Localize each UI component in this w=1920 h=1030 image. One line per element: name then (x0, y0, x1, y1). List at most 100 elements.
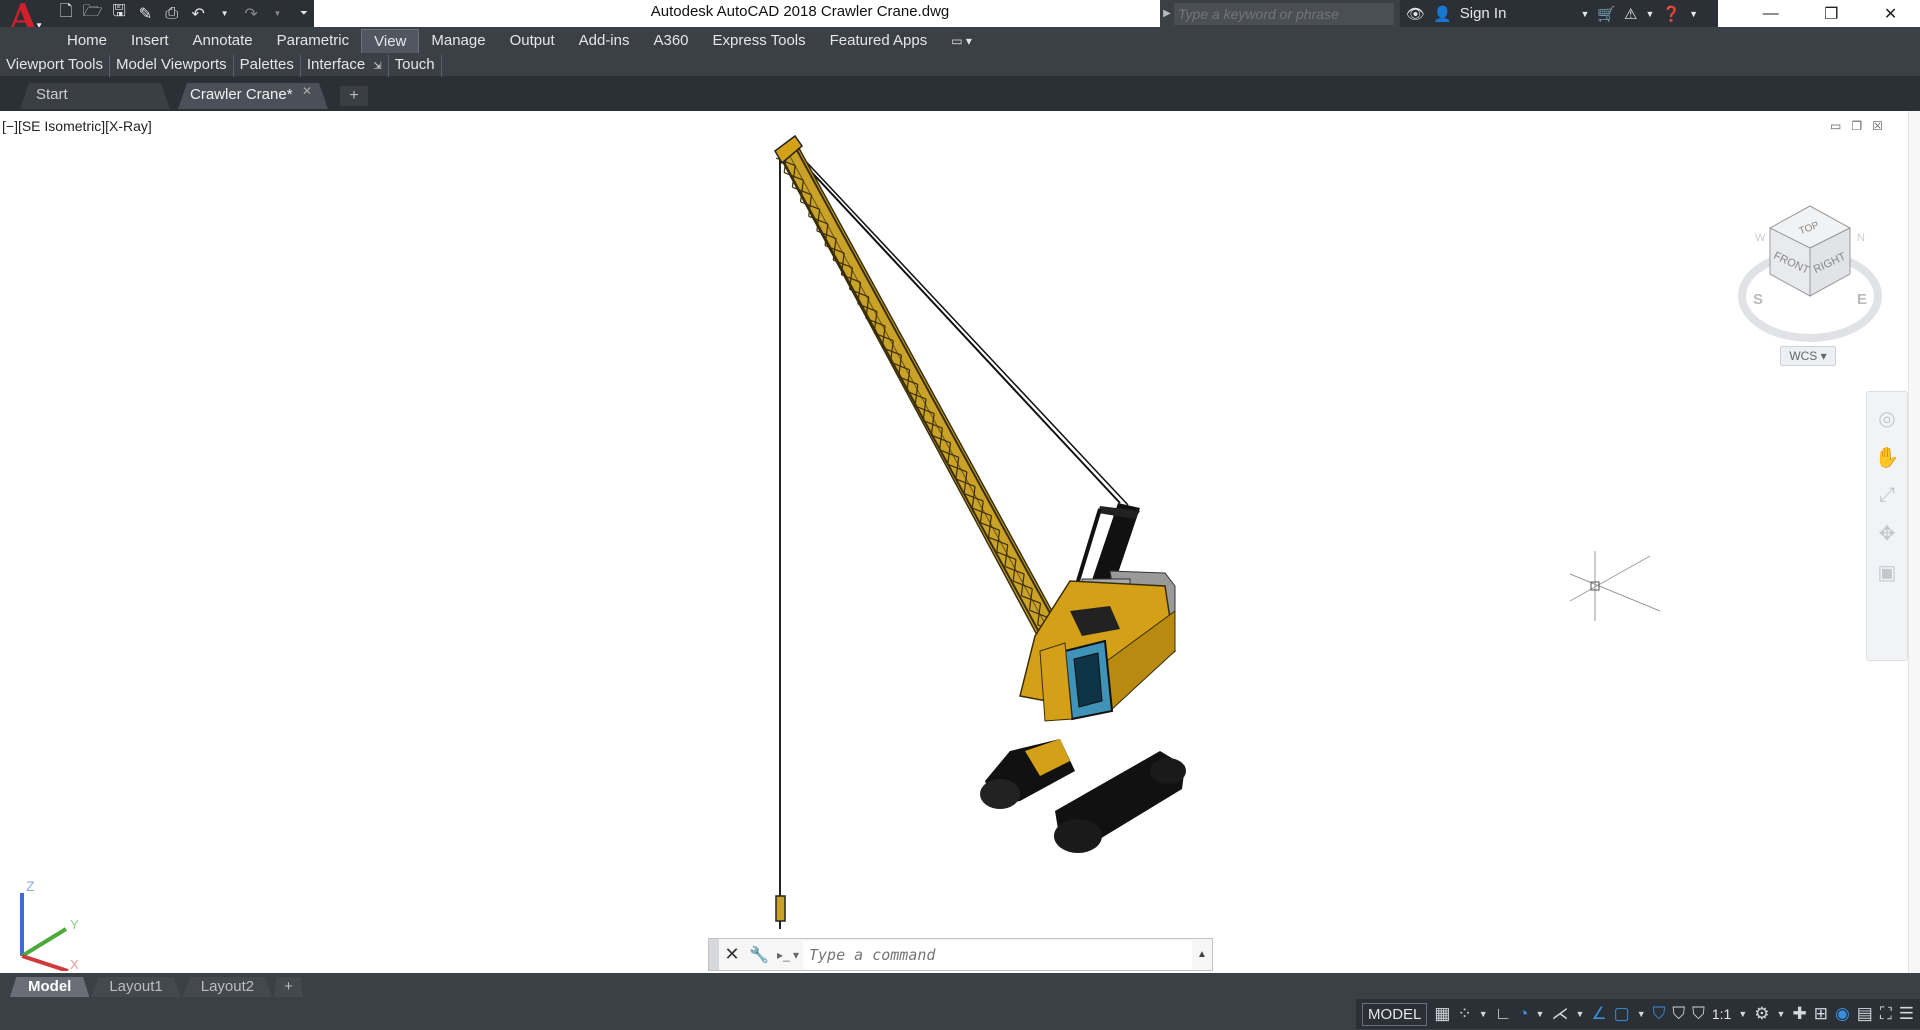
annotation-visibility-icon[interactable]: ⛉ (1653, 1004, 1666, 1024)
customization-menu-icon[interactable]: ☰ (1899, 1004, 1914, 1024)
ucs-icon: Z Y X (20, 878, 79, 971)
hardware-acceleration-icon[interactable]: ▤ (1857, 1004, 1873, 1024)
annotation-monitor-icon[interactable]: ✚ (1792, 1004, 1806, 1024)
clean-screen-icon[interactable]: ⛶ (1880, 1004, 1892, 1024)
close-icon[interactable]: ✕ (1884, 4, 1897, 24)
tab-a360[interactable]: A360 (641, 29, 700, 53)
workspace-dropdown-icon[interactable]: ▼ (1777, 1009, 1786, 1019)
zoom-extents-icon[interactable]: ⤢ (1879, 484, 1895, 507)
cart-icon[interactable]: 🛒 (1597, 5, 1616, 23)
sign-in-link[interactable]: Sign In (1460, 5, 1507, 22)
isodraft-icon[interactable]: ⋌ (1551, 1004, 1568, 1024)
panel-interface[interactable]: Interface ⇲ (301, 54, 389, 77)
panel-viewport-tools[interactable]: Viewport Tools (0, 54, 111, 77)
units-icon[interactable]: ⊞ (1814, 1004, 1828, 1024)
customize-wrench-icon[interactable]: 🔧 (745, 945, 773, 965)
help-icon[interactable]: ❓ (1662, 5, 1681, 23)
tab-close-icon[interactable]: ✕ (302, 84, 312, 98)
layout-tab-model[interactable]: Model (10, 977, 90, 997)
tab-featured-apps[interactable]: Featured Apps (818, 29, 940, 53)
auto-scale-icon[interactable]: ⛉ (1672, 1004, 1685, 1024)
compass-east-label: E (1857, 291, 1867, 308)
viewcube[interactable]: TOP FRONT RIGHT S E W N (1735, 186, 1885, 356)
open-file-icon[interactable]: 🗁 (82, 3, 103, 25)
panel-touch[interactable]: Touch (389, 54, 442, 77)
undo-icon[interactable]: ↶ (188, 3, 208, 25)
annotation-scale-value[interactable]: 1:1 (1712, 1006, 1731, 1022)
pan-icon[interactable]: ✋ (1875, 445, 1900, 470)
polar-tracking-icon[interactable]: ◔ (1518, 1004, 1528, 1024)
ribbon-display-toggle-icon[interactable]: ▭ ▾ (939, 29, 984, 53)
autodesk-exchange-icon[interactable]: ⚠ (1624, 5, 1637, 23)
isodraft-dropdown-icon[interactable]: ▼ (1575, 1009, 1584, 1019)
navigation-bar: ◎ ✋ ⤢ ✥ ▣ (1866, 391, 1908, 661)
object-snap-tracking-icon[interactable]: ∠ (1591, 1004, 1606, 1024)
layout-tab-layout1[interactable]: Layout1 (91, 977, 181, 997)
tab-output[interactable]: Output (498, 29, 567, 53)
layout-tab-layout2[interactable]: Layout2 (182, 977, 273, 997)
tab-add-ins[interactable]: Add-ins (567, 29, 642, 53)
wcs-menu-button[interactable]: WCS ▾ (1780, 346, 1836, 366)
grid-icon[interactable]: ▦ (1434, 1004, 1450, 1024)
undo-dropdown-icon[interactable]: ▼ (214, 3, 234, 25)
model-space-button[interactable]: MODEL (1362, 1002, 1428, 1026)
restore-icon[interactable]: ❐ (1824, 4, 1838, 24)
panel-model-viewports[interactable]: Model Viewports (110, 54, 234, 77)
tab-annotate[interactable]: Annotate (181, 29, 265, 53)
orbit-icon[interactable]: ✥ (1879, 521, 1896, 546)
redo-dropdown-icon[interactable]: ▼ (267, 3, 287, 25)
osnap-dropdown-icon[interactable]: ▼ (1637, 1009, 1646, 1019)
object-snap-icon[interactable]: ▢ (1614, 1004, 1630, 1024)
tab-express-tools[interactable]: Express Tools (701, 29, 818, 53)
workspace-gear-icon[interactable]: ⚙ (1754, 1004, 1769, 1024)
help-dropdown-icon[interactable]: ▼ (1689, 9, 1698, 19)
command-history-icon[interactable]: ▲ (1192, 949, 1212, 960)
wcs-label: WCS (1789, 349, 1818, 363)
snap-icon[interactable]: ⁘ (1457, 1004, 1471, 1024)
layout-tab-bar: Model Layout1 Layout2 + (0, 973, 1920, 997)
user-icon: 👤 (1433, 5, 1452, 23)
command-input[interactable] (803, 940, 1192, 969)
tab-parametric[interactable]: Parametric (265, 29, 362, 53)
panel-label: Viewport Tools (6, 55, 104, 73)
new-tab-icon[interactable]: + (340, 86, 368, 106)
crosshair-cursor (1569, 551, 1661, 621)
polar-dropdown-icon[interactable]: ▼ (1536, 1009, 1545, 1019)
annotation-scale-icon[interactable]: ⛉ (1692, 1004, 1705, 1024)
tab-home[interactable]: Home (55, 29, 119, 53)
search-expand-icon[interactable]: ▶ (1160, 8, 1174, 19)
save-as-icon[interactable]: ✎ (135, 3, 155, 25)
tab-manage[interactable]: Manage (419, 29, 497, 53)
sign-in-dropdown-icon[interactable]: ▼ (1580, 9, 1589, 19)
print-icon[interactable]: ⎙ (162, 3, 182, 25)
search-input[interactable] (1174, 2, 1394, 25)
compass-north-label: N (1857, 232, 1865, 244)
panel-palettes[interactable]: Palettes (234, 54, 301, 77)
scale-dropdown-icon[interactable]: ▼ (1738, 1009, 1747, 1019)
isolate-objects-icon[interactable]: ◉ (1835, 1004, 1850, 1024)
new-file-icon[interactable]: 🗋 (56, 3, 76, 25)
exchange-dropdown-icon[interactable]: ▼ (1646, 9, 1655, 19)
tab-start[interactable]: Start (20, 83, 170, 109)
command-close-icon[interactable]: ✕ (719, 944, 745, 965)
customize-qat-icon[interactable]: ⏷ (294, 3, 314, 25)
command-line-grip[interactable] (709, 939, 719, 970)
ucs-x-label: X (70, 957, 79, 971)
command-prompt-icon[interactable]: ▸_ ▾ (773, 948, 803, 962)
vertical-scrollbar[interactable] (1908, 111, 1920, 973)
steering-wheel-icon[interactable]: ◎ (1878, 406, 1895, 431)
tab-view[interactable]: View (361, 29, 420, 53)
add-layout-icon[interactable]: + (274, 977, 303, 997)
user-toolbar: 👁 👤 Sign In ▼ 🛒 ⚠ ▼ ❓ ▼ (1400, 0, 1718, 27)
snap-dropdown-icon[interactable]: ▼ (1479, 1009, 1488, 1019)
showmotion-icon[interactable]: ▣ (1878, 560, 1897, 585)
binoculars-icon[interactable]: 👁 (1406, 5, 1425, 23)
compass-south-label: S (1753, 291, 1763, 308)
save-icon[interactable]: 🖫 (109, 3, 129, 25)
minimize-icon[interactable]: — (1763, 5, 1779, 23)
panel-launcher-icon[interactable]: ⇲ (373, 61, 381, 72)
drawing-viewport[interactable]: [−][SE Isometric][X-Ray] ▭ ❐ ☒ TOP FRONT… (0, 111, 1920, 973)
tab-insert[interactable]: Insert (119, 29, 181, 53)
redo-icon[interactable]: ↷ (241, 3, 261, 25)
ortho-icon[interactable]: ∟ (1495, 1004, 1512, 1024)
